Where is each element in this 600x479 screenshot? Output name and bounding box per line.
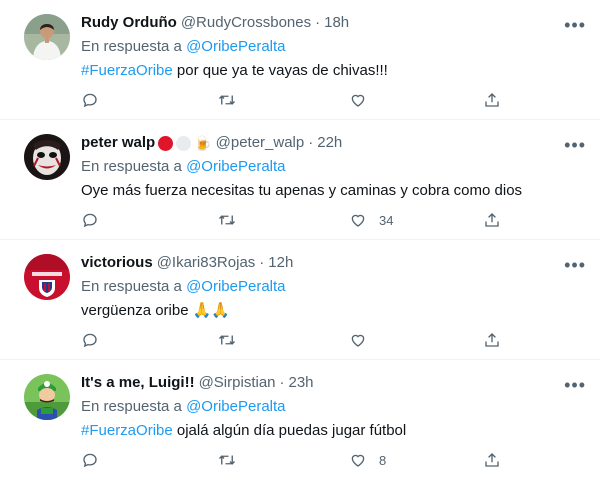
tweet-header: peter walp 🍺 @peter_walp · 22h bbox=[81, 133, 342, 153]
heart-icon bbox=[349, 451, 367, 469]
tweet-actions bbox=[81, 330, 511, 350]
timestamp[interactable]: 23h bbox=[289, 373, 314, 393]
like-count: 34 bbox=[379, 212, 394, 228]
reply-context: En respuesta a @OribePeralta bbox=[81, 157, 286, 177]
tweet-text: vergüenza oribe 🙏🙏 bbox=[81, 301, 230, 321]
reply-button[interactable] bbox=[81, 90, 99, 110]
tweet-luigi[interactable]: It's a me, Luigi!! @Sirpistian · 23h •••… bbox=[0, 360, 600, 479]
hashtag-link[interactable]: #FuerzaOribe bbox=[81, 422, 173, 439]
separator-dot: · bbox=[259, 254, 265, 271]
reply-context: En respuesta a @OribePeralta bbox=[81, 277, 286, 297]
tweet-actions bbox=[81, 90, 511, 110]
tweet-text: #FuerzaOribe ojalá algún día puedas juga… bbox=[81, 421, 406, 441]
share-icon bbox=[483, 91, 501, 109]
reply-context: En respuesta a @OribePeralta bbox=[81, 397, 286, 417]
reply-mention-link[interactable]: @OribePeralta bbox=[186, 38, 285, 55]
retweet-button[interactable] bbox=[217, 450, 237, 470]
tweet-peter[interactable]: peter walp 🍺 @peter_walp · 22h ••• En re… bbox=[0, 120, 600, 240]
more-icon[interactable]: ••• bbox=[564, 136, 586, 154]
tweet-header: Rudy Orduño @RudyCrossbones · 18h bbox=[81, 13, 349, 33]
user-handle[interactable]: @Ikari83Rojas bbox=[157, 253, 256, 273]
display-name[interactable]: victorious bbox=[81, 253, 153, 273]
share-button[interactable] bbox=[483, 210, 501, 230]
reply-icon bbox=[81, 211, 99, 229]
share-button[interactable] bbox=[483, 90, 501, 110]
timestamp[interactable]: 12h bbox=[268, 253, 293, 273]
like-button[interactable]: 8 bbox=[349, 450, 386, 470]
timestamp[interactable]: 22h bbox=[317, 133, 342, 153]
retweet-icon bbox=[217, 211, 237, 229]
reply-button[interactable] bbox=[81, 210, 99, 230]
reply-icon bbox=[81, 451, 99, 469]
tweet-body: ojalá algún día puedas jugar fútbol bbox=[172, 422, 407, 439]
avatar[interactable] bbox=[24, 254, 70, 300]
tweet-victorious[interactable]: victorious @Ikari83Rojas · 12h ••• En re… bbox=[0, 240, 600, 360]
like-count: 8 bbox=[379, 452, 387, 468]
tweet-actions: 8 bbox=[81, 450, 511, 470]
tweet-text: Oye más fuerza necesitas tu apenas y cam… bbox=[81, 182, 523, 199]
retweet-button[interactable] bbox=[217, 90, 237, 110]
hashtag-link[interactable]: #FuerzaOribe bbox=[81, 62, 173, 79]
retweet-button[interactable] bbox=[217, 330, 237, 350]
heart-icon bbox=[349, 211, 367, 229]
share-icon bbox=[483, 331, 501, 349]
tweet-text: #FuerzaOribe por que ya te vayas de chiv… bbox=[81, 61, 388, 81]
more-icon[interactable]: ••• bbox=[564, 376, 586, 394]
tweet-actions: 34 bbox=[81, 210, 511, 230]
avatar[interactable] bbox=[24, 134, 70, 180]
reply-prefix: En respuesta a bbox=[81, 158, 187, 175]
white-circle-icon bbox=[176, 135, 192, 151]
heart-icon bbox=[349, 91, 367, 109]
tweet-header: victorious @Ikari83Rojas · 12h bbox=[81, 253, 293, 273]
like-button[interactable] bbox=[349, 90, 379, 110]
retweet-icon bbox=[217, 91, 237, 109]
user-handle[interactable]: @RudyCrossbones bbox=[181, 13, 311, 33]
beer-mug-icon: 🍺 bbox=[194, 135, 212, 151]
like-button[interactable] bbox=[349, 330, 379, 350]
like-button[interactable]: 34 bbox=[349, 210, 393, 230]
reply-prefix: En respuesta a bbox=[81, 278, 187, 295]
separator-dot: · bbox=[308, 134, 314, 151]
share-icon bbox=[483, 451, 501, 469]
tweet-header: It's a me, Luigi!! @Sirpistian · 23h bbox=[81, 373, 314, 393]
share-icon bbox=[483, 211, 501, 229]
retweet-icon bbox=[217, 331, 237, 349]
separator-dot: · bbox=[315, 14, 321, 31]
more-icon[interactable]: ••• bbox=[564, 16, 586, 34]
user-handle[interactable]: @peter_walp bbox=[216, 133, 305, 153]
retweet-button[interactable] bbox=[217, 210, 237, 230]
retweet-icon bbox=[217, 451, 237, 469]
reply-button[interactable] bbox=[81, 450, 99, 470]
reply-mention-link[interactable]: @OribePeralta bbox=[186, 398, 285, 415]
reply-context: En respuesta a @OribePeralta bbox=[81, 37, 286, 57]
display-name[interactable]: It's a me, Luigi!! bbox=[81, 373, 195, 393]
tweet-rudy[interactable]: Rudy Orduño @RudyCrossbones · 18h ••• En… bbox=[0, 0, 600, 120]
display-name[interactable]: peter walp bbox=[81, 133, 155, 153]
more-icon[interactable]: ••• bbox=[564, 256, 586, 274]
share-button[interactable] bbox=[483, 450, 501, 470]
timestamp[interactable]: 18h bbox=[324, 13, 349, 33]
avatar[interactable] bbox=[24, 14, 70, 60]
tweet-body: por que ya te vayas de chivas!!! bbox=[172, 62, 388, 79]
share-button[interactable] bbox=[483, 330, 501, 350]
red-circle-icon bbox=[158, 135, 174, 151]
reply-mention-link[interactable]: @OribePeralta bbox=[186, 278, 285, 295]
reply-mention-link[interactable]: @OribePeralta bbox=[186, 158, 285, 175]
avatar[interactable] bbox=[24, 374, 70, 420]
tweet-body: vergüenza oribe bbox=[81, 302, 189, 319]
reply-icon bbox=[81, 331, 99, 349]
replies-feed: Rudy Orduño @RudyCrossbones · 18h ••• En… bbox=[0, 0, 600, 479]
separator-dot: · bbox=[279, 374, 285, 391]
praying-hands-icon: 🙏🙏 bbox=[192, 302, 230, 319]
heart-icon bbox=[349, 331, 367, 349]
user-handle[interactable]: @Sirpistian bbox=[199, 373, 276, 393]
display-name[interactable]: Rudy Orduño bbox=[81, 13, 177, 33]
reply-prefix: En respuesta a bbox=[81, 38, 187, 55]
reply-icon bbox=[81, 91, 99, 109]
reply-button[interactable] bbox=[81, 330, 99, 350]
reply-prefix: En respuesta a bbox=[81, 398, 187, 415]
